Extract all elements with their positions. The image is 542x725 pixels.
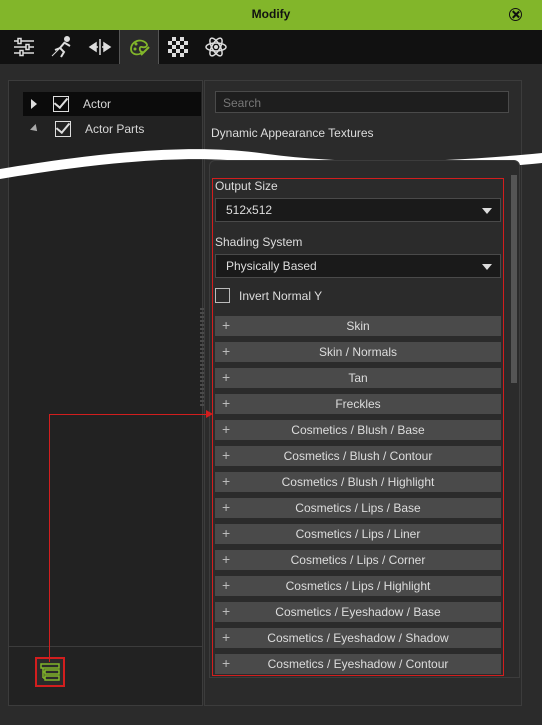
checkbox-icon[interactable]	[55, 121, 71, 137]
motion-icon	[51, 36, 71, 58]
tab-appearance[interactable]	[119, 30, 159, 64]
toolbar	[0, 30, 542, 64]
tab-physics[interactable]	[197, 30, 235, 64]
tree-item-label: Actor	[83, 97, 112, 111]
checkbox-icon[interactable]	[53, 96, 69, 112]
tree-item-label: Actor Parts	[85, 122, 145, 136]
scrollbar-thumb[interactable]	[511, 175, 517, 383]
tree-view-icon	[40, 663, 60, 681]
tab-sliders[interactable]	[5, 30, 43, 64]
close-icon[interactable]	[509, 8, 522, 21]
tab-transform[interactable]	[81, 30, 119, 64]
callout-line	[49, 414, 207, 415]
tab-motion[interactable]	[43, 30, 81, 64]
callout-arrow-icon	[206, 410, 213, 418]
collapse-arrow-icon[interactable]	[30, 124, 40, 134]
callout-line	[49, 414, 50, 662]
window-title: Modify	[251, 7, 291, 21]
search-input[interactable]: Search	[215, 91, 509, 113]
tab-textures[interactable]	[159, 30, 197, 64]
expand-arrow-icon[interactable]	[31, 99, 37, 109]
title-bar: Modify	[0, 0, 542, 30]
checker-texture-icon	[168, 37, 188, 57]
appearance-icon	[130, 39, 150, 56]
tree-item-actor[interactable]: Actor	[23, 92, 201, 116]
transform-icon	[88, 39, 112, 55]
left-panel-footer	[9, 646, 202, 705]
atom-icon	[205, 37, 227, 57]
sliders-icon	[14, 37, 34, 57]
tree-view-button[interactable]	[35, 657, 65, 687]
highlight-frame	[212, 178, 504, 676]
